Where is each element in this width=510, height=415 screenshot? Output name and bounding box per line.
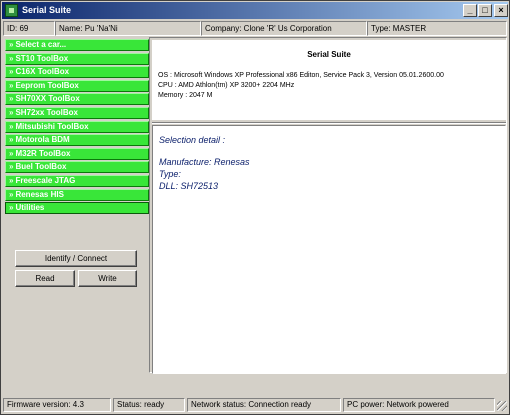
firmware-version: Firmware version: 4.3 (3, 398, 111, 412)
info-bar: ID: 69 Name: Pu 'Na'Ni Company: Clone 'R… (3, 21, 507, 36)
toolbox-sidebar: » Select a car...» ST10 ToolBox» C16X ToolB… (3, 37, 149, 373)
sidebar-item-4[interactable]: » SH70XX ToolBox (5, 93, 149, 106)
sidebar-item-label: Motorola BDM (15, 135, 70, 145)
sidebar-item-label: SH70XX ToolBox (15, 94, 80, 104)
panel-divider (152, 122, 506, 124)
type-field: Type: MASTER (367, 21, 507, 36)
chevron-right-icon: » (9, 108, 14, 117)
chevron-right-icon: » (9, 94, 14, 104)
sidebar-item-label: C16X ToolBox (15, 67, 70, 77)
id-field: ID: 69 (3, 21, 55, 36)
chevron-right-icon: » (9, 121, 14, 131)
selection-detail-heading: Selection detail : (159, 135, 226, 145)
chevron-right-icon: » (9, 148, 14, 158)
maximize-button[interactable]: □ (478, 4, 492, 17)
status-text: Status: ready (113, 398, 185, 412)
sidebar-item-2[interactable]: » C16X ToolBox (5, 66, 149, 79)
title-bar[interactable]: Serial Suite _ □ × (2, 2, 508, 19)
chevron-right-icon: » (9, 53, 14, 63)
sidebar-item-8[interactable]: » M32R ToolBox (5, 147, 149, 160)
company-field: Company: Clone 'R' Us Corporation (201, 21, 367, 36)
sidebar-item-1[interactable]: » ST10 ToolBox (5, 52, 149, 65)
sidebar-item-12[interactable]: » Utilities (5, 202, 149, 215)
chevron-right-icon: » (9, 162, 14, 172)
sidebar-item-label: Utilities (15, 203, 45, 213)
sidebar-item-label: SH72xx ToolBox (15, 108, 78, 117)
chevron-right-icon: » (9, 176, 14, 185)
selection-detail-box: Selection detail : Manufacture: Renesas … (152, 125, 506, 374)
os-info: OS : Microsoft Windows XP Professional x… (158, 72, 444, 79)
sidebar-item-label: Select a car... (15, 40, 67, 49)
sidebar-item-label: Mitsubishi ToolBox (15, 121, 89, 131)
manufacture-value: Manufacture: Renesas (159, 157, 250, 167)
system-info-title: Serial Suite (307, 50, 351, 59)
sidebar-item-0[interactable]: » Select a car... (5, 39, 149, 51)
status-bar: Firmware version: 4.3 Status: ready Netw… (3, 398, 507, 412)
sidebar-item-11[interactable]: » Renesas HIS (5, 188, 149, 201)
app-icon (5, 4, 18, 17)
name-field: Name: Pu 'Na'Ni (55, 21, 201, 36)
app-window: Serial Suite _ □ × ID: 69 Name: Pu 'Na'N… (0, 0, 510, 415)
chevron-right-icon: » (9, 203, 14, 213)
system-info-box: Serial Suite OS : Microsoft Windows XP P… (152, 40, 506, 120)
network-status: Network status: Connection ready (187, 398, 341, 412)
chevron-right-icon: » (9, 189, 14, 199)
pc-power: PC power: Network powered (343, 398, 495, 412)
sidebar-item-10[interactable]: » Freescale JTAG (5, 175, 149, 187)
chevron-right-icon: » (9, 135, 14, 145)
sidebar-item-label: ST10 ToolBox (15, 53, 69, 63)
sidebar-item-label: Eeprom ToolBox (15, 80, 79, 90)
sidebar-item-6[interactable]: » Mitsubishi ToolBox (5, 120, 149, 133)
sidebar-item-label: Freescale JTAG (15, 176, 76, 185)
sidebar-item-label: M32R ToolBox (15, 148, 71, 158)
sidebar-item-label: Renesas HIS (15, 189, 64, 199)
sidebar-item-9[interactable]: » Buel ToolBox (5, 161, 149, 174)
read-button[interactable]: Read (15, 270, 75, 287)
memory-info: Memory : 2047 M (158, 92, 213, 99)
chevron-right-icon: » (9, 80, 14, 90)
main-panel: Serial Suite OS : Microsoft Windows XP P… (149, 37, 507, 374)
sidebar-item-7[interactable]: » Motorola BDM (5, 134, 149, 147)
cpu-info: CPU : AMD Athlon(tm) XP 3200+ 2204 MHz (158, 82, 295, 89)
identify-connect-button[interactable]: Identify / Connect (15, 250, 137, 267)
minimize-button[interactable]: _ (463, 4, 477, 17)
resize-grip-icon[interactable] (497, 401, 507, 411)
write-button[interactable]: Write (78, 270, 137, 287)
close-button[interactable]: × (494, 4, 508, 17)
dll-value: DLL: SH72513 (159, 181, 219, 191)
chevron-right-icon: » (9, 67, 14, 77)
window-title: Serial Suite (22, 5, 72, 15)
type-value: Type: (159, 169, 181, 179)
sidebar-item-5[interactable]: » SH72xx ToolBox (5, 107, 149, 119)
sidebar-item-label: Buel ToolBox (15, 162, 67, 172)
chevron-right-icon: » (9, 40, 14, 49)
sidebar-item-3[interactable]: » Eeprom ToolBox (5, 79, 149, 92)
